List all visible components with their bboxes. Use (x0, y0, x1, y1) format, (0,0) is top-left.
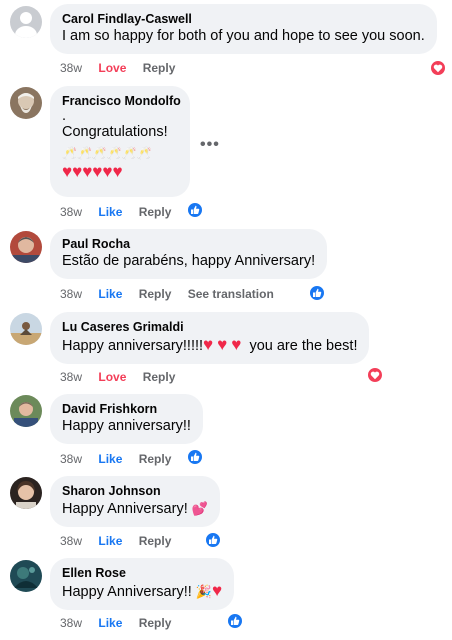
comment-bubble: Paul Rocha Estão de parabéns, happy Anni… (50, 229, 328, 279)
comment-bubble: Ellen Rose Happy Anniversary!! 🎉♥ (50, 558, 235, 610)
like-button[interactable]: Like (98, 287, 122, 301)
comment-actions: 38w Like Reply (60, 452, 184, 468)
toast-emoji: 🥂 (106, 146, 122, 160)
comment-text-part: Happy Anniversary!! (62, 584, 192, 600)
reply-button[interactable]: Reply (139, 205, 172, 219)
emoji-row: ♥♥♥♥♥♥ (62, 162, 178, 182)
reply-button[interactable]: Reply (143, 61, 176, 75)
reply-button[interactable]: Reply (143, 370, 176, 384)
timestamp[interactable]: 38w (60, 452, 82, 466)
avatar[interactable] (10, 477, 42, 509)
heart-emoji: ♥ (217, 335, 228, 354)
love-button[interactable]: Love (98, 61, 126, 75)
heart-emoji: ♥ (231, 335, 242, 354)
commenter-name[interactable]: Sharon Johnson (62, 483, 208, 499)
heart-emoji: ♥ (62, 162, 73, 181)
avatar[interactable] (10, 395, 42, 427)
toast-emoji: 🥂 (62, 146, 77, 160)
party-emoji: 🎉 (195, 584, 212, 599)
like-icon[interactable] (226, 612, 244, 630)
comment-text: Happy Anniversary! 💕 (62, 499, 208, 519)
like-icon[interactable] (186, 448, 204, 466)
comment-actions: 38w Like Reply (60, 616, 184, 632)
heart-emoji: ♥ (112, 162, 123, 181)
comment-bubble: Carol Findlay-Caswell I am so happy for … (50, 4, 437, 54)
sparkling-heart-emoji: 💕 (191, 501, 208, 516)
avatar[interactable] (10, 313, 42, 345)
commenter-name[interactable]: Paul Rocha (62, 236, 315, 252)
comment-text: Estão de parabéns, happy Anniversary! (62, 253, 316, 269)
reply-button[interactable]: Reply (139, 534, 172, 548)
comment-actions: 38w Like Reply (60, 534, 184, 550)
toast-emoji: 🥂 (136, 146, 152, 160)
like-icon[interactable] (186, 201, 204, 219)
reply-button[interactable]: Reply (139, 452, 172, 466)
reply-button[interactable]: Reply (139, 287, 172, 301)
toast-emoji: 🥂 (121, 146, 137, 160)
comment-text-part: Happy anniversary!!!!! (62, 338, 204, 354)
comment-actions: 38w Love Reply (60, 61, 188, 77)
heart-emoji: ♥ (92, 162, 103, 181)
heart-emoji: ♥ (211, 581, 223, 600)
reply-button[interactable]: Reply (139, 616, 172, 630)
timestamp[interactable]: 38w (60, 370, 82, 384)
love-icon[interactable] (429, 59, 447, 77)
avatar[interactable] (10, 6, 42, 38)
heart-emoji: ♥ (102, 162, 113, 181)
toast-emoji: 🥂 (76, 146, 92, 160)
comment-bubble: Francisco Mondolfo . Congratulations! 🥂🥂… (50, 86, 190, 197)
avatar[interactable] (10, 87, 42, 119)
comment-text: I am so happy for both of you and hope t… (62, 28, 425, 44)
emoji-row: 🥂🥂🥂🥂🥂🥂 (62, 144, 178, 162)
comment-text: Happy Anniversary!! 🎉♥ (62, 581, 222, 602)
see-translation-link[interactable]: See translation (188, 287, 274, 301)
like-icon[interactable] (204, 531, 222, 549)
comment-text: Happy anniversary!! (62, 418, 191, 434)
toast-emoji: 🥂 (91, 146, 107, 160)
timestamp[interactable]: 38w (60, 534, 82, 548)
like-button[interactable]: Like (98, 616, 122, 630)
comment-text: Congratulations! (62, 124, 168, 140)
comment-text: Happy anniversary!!!!!♥ ♥ ♥ you are the … (62, 335, 357, 356)
comment-bubble: David Frishkorn Happy anniversary!! (50, 394, 203, 444)
love-icon[interactable] (366, 366, 384, 384)
comment-text: . (62, 108, 67, 124)
commenter-name[interactable]: Lu Caseres Grimaldi (62, 319, 357, 335)
like-button[interactable]: Like (98, 452, 122, 466)
like-button[interactable]: Like (98, 534, 122, 548)
commenter-name[interactable]: Carol Findlay-Caswell (62, 11, 425, 27)
love-button[interactable]: Love (98, 370, 126, 384)
comment-actions: 38w Like Reply (60, 205, 184, 221)
avatar[interactable] (10, 560, 42, 592)
like-button[interactable]: Like (98, 205, 122, 219)
comment-bubble: Lu Caseres Grimaldi Happy anniversary!!!… (50, 312, 370, 364)
comment-bubble: Sharon Johnson Happy Anniversary! 💕 (50, 476, 220, 527)
timestamp[interactable]: 38w (60, 287, 82, 301)
avatar[interactable] (10, 231, 42, 263)
timestamp[interactable]: 38w (60, 205, 82, 219)
comment-text-part: Happy Anniversary! (62, 501, 188, 517)
commenter-name[interactable]: Ellen Rose (62, 565, 222, 581)
timestamp[interactable]: 38w (60, 61, 82, 75)
heart-emoji: ♥ (82, 162, 93, 181)
heart-emoji: ♥ (72, 162, 83, 181)
heart-emoji: ♥ (203, 335, 214, 354)
comment-actions: 38w Love Reply (60, 370, 188, 386)
comment-actions: 38w Like Reply See translation (60, 287, 287, 303)
commenter-name[interactable]: David Frishkorn (62, 401, 191, 417)
comment-text-part: you are the best! (249, 338, 358, 354)
more-options-icon[interactable]: ••• (200, 136, 220, 154)
timestamp[interactable]: 38w (60, 616, 82, 630)
commenter-name[interactable]: Francisco Mondolfo (62, 93, 181, 109)
like-icon[interactable] (308, 284, 326, 302)
